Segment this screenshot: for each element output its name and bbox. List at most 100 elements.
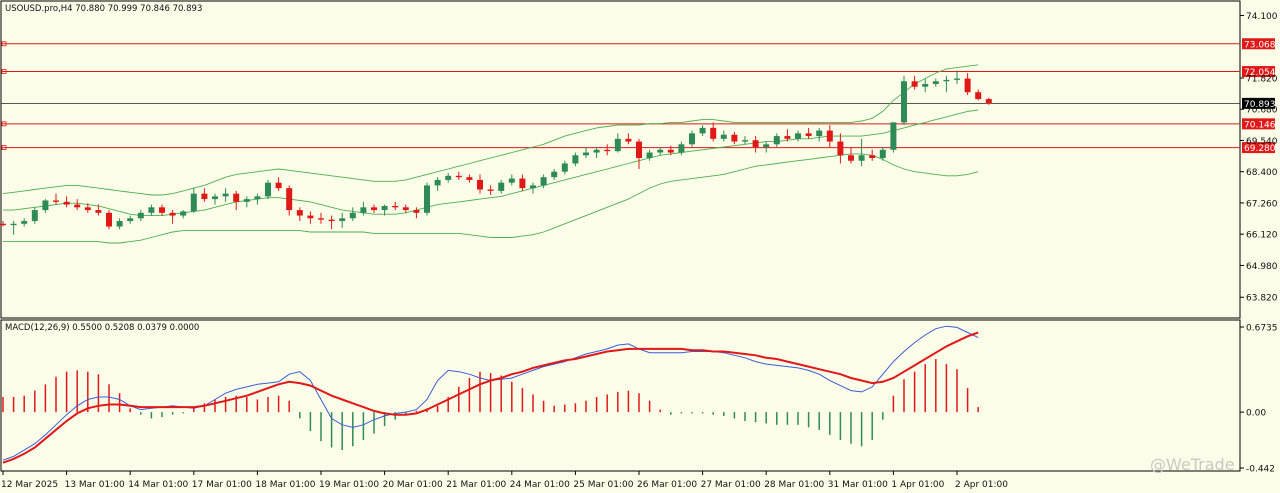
candle-7 <box>74 199 81 211</box>
time-tick-label-12: 28 Mar 01:00 <box>764 480 824 490</box>
candle-body-64 <box>678 144 685 153</box>
candle-50 <box>530 182 536 194</box>
candle-25 <box>265 179 271 200</box>
candle-body-55 <box>583 152 589 156</box>
candle-body-22 <box>233 193 240 202</box>
candle-body-79 <box>837 141 844 156</box>
candle-body-38 <box>402 207 409 211</box>
time-tick-label-0: 12 Mar 2025 <box>1 480 58 490</box>
candle-body-89 <box>943 79 950 82</box>
candle-body-90 <box>954 78 960 80</box>
time-tick-label-8: 24 Mar 01:00 <box>510 480 570 490</box>
time-tick-label-9: 25 Mar 01:00 <box>573 480 633 490</box>
macd-tick-label-0: 0.6735 <box>1246 324 1278 334</box>
candle-79 <box>837 133 844 164</box>
candle-body-72 <box>763 144 770 148</box>
candle-body-9 <box>95 210 102 213</box>
price-tick-label-4: 68.400 <box>1246 168 1278 178</box>
chart-canvas[interactable]: 73.06872.05470.14669.28070.893 74.100 71.… <box>0 0 1280 493</box>
time-tick-label-6: 20 Mar 01:00 <box>383 480 443 490</box>
candle-18 <box>190 188 197 213</box>
candle-body-13 <box>137 212 144 219</box>
candle-56 <box>593 147 600 158</box>
macd-tick-label-1: 0.00 <box>1246 409 1266 419</box>
price-levels: 73.06872.05470.14669.28070.893 <box>1 38 1276 154</box>
candle-body-62 <box>657 149 664 153</box>
time-tick-label-15: 2 Apr 01:00 <box>955 480 1008 490</box>
candle-body-14 <box>148 207 155 213</box>
candle-body-16 <box>169 212 176 216</box>
candle-86 <box>911 75 918 90</box>
candle-15 <box>159 204 165 216</box>
candle-41 <box>434 177 441 191</box>
candle-85 <box>901 75 907 126</box>
candle-54 <box>572 152 579 167</box>
candle-66 <box>699 125 706 137</box>
candle-body-43 <box>455 175 462 178</box>
candle-body-82 <box>869 155 876 158</box>
candle-body-53 <box>561 163 568 172</box>
candle-body-20 <box>212 196 218 200</box>
candle-17 <box>180 210 187 219</box>
candle-body-76 <box>805 133 812 137</box>
candle-2 <box>21 218 28 227</box>
candle-49 <box>519 174 526 191</box>
candle-body-84 <box>890 122 897 150</box>
candle-body-24 <box>254 196 261 200</box>
candle-body-59 <box>625 138 632 142</box>
candle-body-54 <box>572 155 579 164</box>
candle-30 <box>318 212 324 224</box>
candle-body-30 <box>318 218 324 220</box>
price-axis: 74.100 71.820 70.680 69.540 68.400 67.260 66.1… <box>1240 12 1278 304</box>
candle-body-86 <box>911 81 918 87</box>
candle-body-69 <box>731 134 738 142</box>
price-tick-label-3: 69.540 <box>1246 137 1278 147</box>
candle-84 <box>890 122 897 153</box>
candle-92 <box>975 89 982 101</box>
candle-body-68 <box>720 134 727 139</box>
candle-body-33 <box>349 212 356 219</box>
candle-10 <box>106 210 112 230</box>
price-tick-label-1: 71.820 <box>1246 74 1278 84</box>
candle-body-87 <box>922 84 929 87</box>
candle-20 <box>212 193 218 205</box>
candle-22 <box>233 190 240 211</box>
candle-body-1 <box>10 223 17 226</box>
candle-72 <box>763 141 770 153</box>
candle-body-15 <box>159 207 165 213</box>
candle-5 <box>53 193 59 205</box>
candle-body-75 <box>795 133 801 139</box>
candle-73 <box>773 133 780 148</box>
candle-52 <box>551 168 558 180</box>
candle-body-65 <box>689 133 695 145</box>
candle-23 <box>243 196 250 208</box>
candle-91 <box>964 73 971 95</box>
candle-body-60 <box>636 141 642 158</box>
candle-48 <box>508 174 515 186</box>
bb-middle-line <box>3 109 979 217</box>
macd-tick-label-2: -0.442 <box>1246 465 1275 475</box>
candle-body-52 <box>551 171 558 178</box>
candle-body-34 <box>360 207 367 213</box>
candle-31 <box>328 215 335 230</box>
candle-75 <box>795 130 801 142</box>
candle-1 <box>10 221 17 235</box>
candle-29 <box>307 211 314 224</box>
candle-62 <box>657 147 664 156</box>
level-tag-label-0: 73.068 <box>1244 40 1276 50</box>
candle-65 <box>689 130 695 148</box>
candle-57 <box>604 144 611 156</box>
candle-59 <box>625 133 632 145</box>
candle-45 <box>477 174 483 194</box>
candle-80 <box>848 147 854 164</box>
candle-body-78 <box>826 130 833 142</box>
candle-35 <box>371 204 377 213</box>
bollinger-bands <box>2 64 979 244</box>
candle-44 <box>466 174 473 183</box>
candle-body-44 <box>466 177 473 180</box>
candle-55 <box>583 147 589 158</box>
candle-27 <box>286 185 293 216</box>
candle-68 <box>720 130 727 142</box>
candle-body-25 <box>265 182 271 197</box>
candle-body-70 <box>742 140 748 142</box>
